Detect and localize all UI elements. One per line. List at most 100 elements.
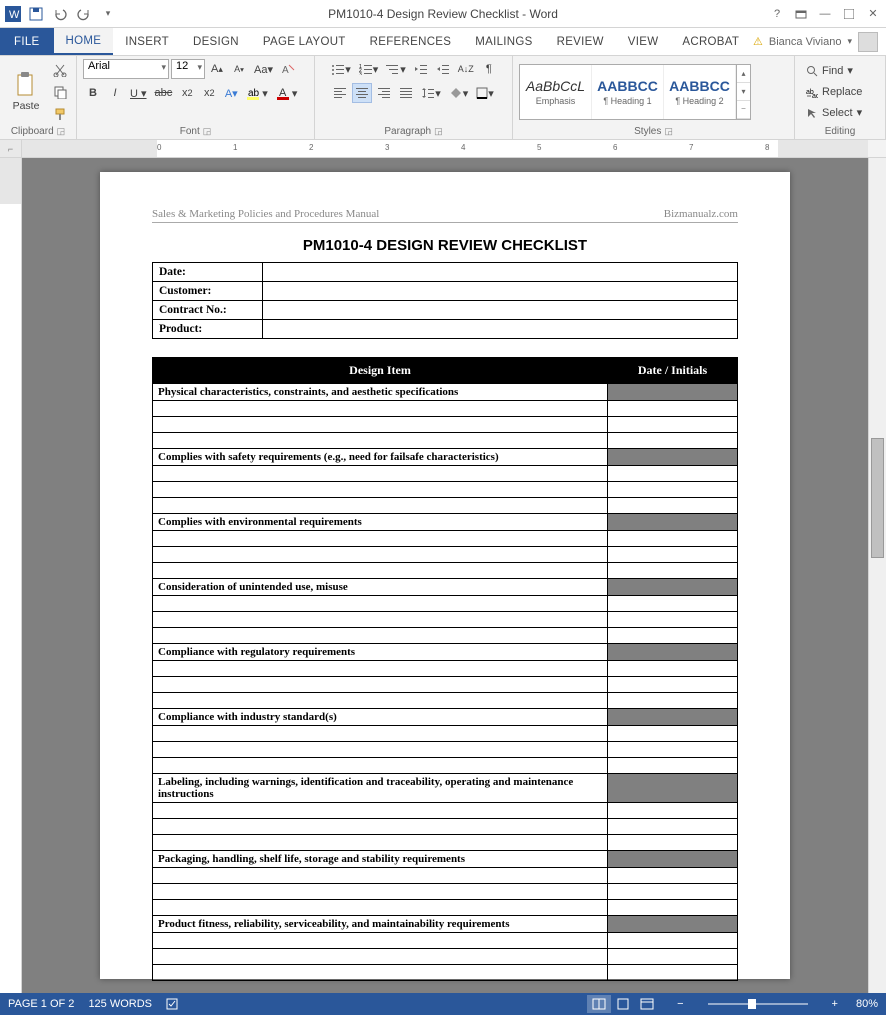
numbering-button[interactable]: 123▾	[356, 59, 382, 79]
blank-cell[interactable]	[153, 949, 608, 965]
page-scroll[interactable]: Sales & Marketing Policies and Procedure…	[22, 158, 868, 993]
blank-date-cell[interactable]	[608, 758, 738, 774]
styles-launcher-icon[interactable]: ◲	[664, 126, 673, 137]
word-count[interactable]: 125 WORDS	[88, 998, 152, 1010]
blank-date-cell[interactable]	[608, 563, 738, 579]
tab-home[interactable]: HOME	[54, 28, 114, 55]
blank-date-cell[interactable]	[608, 803, 738, 819]
clipboard-launcher-icon[interactable]: ◲	[57, 126, 66, 137]
select-button[interactable]: Select ▾	[801, 103, 879, 123]
blank-date-cell[interactable]	[608, 531, 738, 547]
design-item[interactable]: Labeling, including warnings, identifica…	[153, 774, 608, 803]
date-initials-cell[interactable]	[608, 449, 738, 466]
blank-date-cell[interactable]	[608, 482, 738, 498]
increase-indent-button[interactable]	[433, 59, 453, 79]
tab-design[interactable]: DESIGN	[181, 28, 251, 55]
document-page[interactable]: Sales & Marketing Policies and Procedure…	[100, 172, 790, 979]
blank-date-cell[interactable]	[608, 933, 738, 949]
undo-button[interactable]	[50, 5, 70, 23]
shrink-font-button[interactable]: A▾	[229, 59, 249, 79]
ruler-corner[interactable]: ⌐	[0, 140, 22, 157]
close-button[interactable]: ✕	[864, 5, 882, 23]
page-indicator[interactable]: PAGE 1 OF 2	[8, 998, 74, 1010]
blank-cell[interactable]	[153, 758, 608, 774]
blank-cell[interactable]	[153, 884, 608, 900]
paste-button[interactable]: Paste	[6, 67, 46, 117]
web-layout-button[interactable]	[635, 995, 659, 1013]
info-table[interactable]: Date: Customer: Contract No.: Product:	[152, 262, 738, 339]
tab-page-layout[interactable]: PAGE LAYOUT	[251, 28, 358, 55]
zoom-slider[interactable]	[708, 1003, 808, 1005]
bold-button[interactable]: B	[83, 83, 103, 103]
date-initials-cell[interactable]	[608, 851, 738, 868]
blank-date-cell[interactable]	[608, 612, 738, 628]
redo-button[interactable]	[74, 5, 94, 23]
clear-format-button[interactable]: A	[278, 59, 298, 79]
show-marks-button[interactable]: ¶	[479, 59, 499, 79]
blank-cell[interactable]	[153, 417, 608, 433]
blank-cell[interactable]	[153, 868, 608, 884]
highlight-button[interactable]: ab▾	[243, 83, 271, 103]
blank-date-cell[interactable]	[608, 742, 738, 758]
blank-date-cell[interactable]	[608, 466, 738, 482]
design-item[interactable]: Complies with environmental requirements	[153, 514, 608, 531]
design-item[interactable]: Compliance with regulatory requirements	[153, 644, 608, 661]
info-contract-value[interactable]	[263, 301, 738, 320]
blank-cell[interactable]	[153, 819, 608, 835]
blank-date-cell[interactable]	[608, 819, 738, 835]
shading-button[interactable]: ▾	[446, 83, 472, 103]
blank-date-cell[interactable]	[608, 433, 738, 449]
blank-date-cell[interactable]	[608, 868, 738, 884]
strikethrough-button[interactable]: abc	[152, 83, 176, 103]
font-launcher-icon[interactable]: ◲	[203, 126, 212, 137]
grow-font-button[interactable]: A▴	[207, 59, 227, 79]
style-heading2[interactable]: AABBCC¶ Heading 2	[664, 65, 736, 119]
superscript-button[interactable]: x2	[199, 83, 219, 103]
minimize-button[interactable]: —	[816, 5, 834, 23]
line-spacing-button[interactable]: ▾	[418, 83, 444, 103]
info-date-value[interactable]	[263, 263, 738, 282]
blank-cell[interactable]	[153, 726, 608, 742]
checklist-table[interactable]: Design ItemDate / Initials Physical char…	[152, 357, 738, 981]
blank-cell[interactable]	[153, 693, 608, 709]
blank-cell[interactable]	[153, 628, 608, 644]
paragraph-launcher-icon[interactable]: ◲	[434, 126, 443, 137]
align-center-button[interactable]	[352, 83, 372, 103]
tab-file[interactable]: FILE	[0, 28, 54, 55]
date-initials-cell[interactable]	[608, 774, 738, 803]
replace-button[interactable]: abacReplace	[801, 82, 879, 102]
user-area[interactable]: ⚠ Bianca Viviano ▾	[753, 28, 886, 55]
blank-date-cell[interactable]	[608, 401, 738, 417]
read-mode-button[interactable]	[587, 995, 611, 1013]
multilevel-list-button[interactable]: ▾	[383, 59, 409, 79]
tab-view[interactable]: VIEW	[616, 28, 671, 55]
blank-cell[interactable]	[153, 482, 608, 498]
font-size-select[interactable]: 12	[171, 59, 205, 79]
blank-date-cell[interactable]	[608, 965, 738, 981]
qat-customize-icon[interactable]: ▾	[98, 5, 118, 23]
design-item[interactable]: Packaging, handling, shelf life, storage…	[153, 851, 608, 868]
vertical-scrollbar[interactable]	[868, 158, 886, 993]
design-item[interactable]: Physical characteristics, constraints, a…	[153, 384, 608, 401]
blank-cell[interactable]	[153, 401, 608, 417]
zoom-out-button[interactable]: −	[673, 998, 687, 1010]
blank-date-cell[interactable]	[608, 628, 738, 644]
blank-cell[interactable]	[153, 466, 608, 482]
styles-gallery[interactable]: AaBbCcLEmphasis AABBCC¶ Heading 1 AABBCC…	[519, 64, 751, 120]
ribbon-display-button[interactable]	[792, 5, 810, 23]
user-menu-icon[interactable]: ▾	[847, 36, 852, 47]
blank-cell[interactable]	[153, 547, 608, 563]
blank-cell[interactable]	[153, 612, 608, 628]
blank-cell[interactable]	[153, 531, 608, 547]
blank-date-cell[interactable]	[608, 417, 738, 433]
blank-date-cell[interactable]	[608, 498, 738, 514]
blank-cell[interactable]	[153, 677, 608, 693]
blank-cell[interactable]	[153, 803, 608, 819]
bullets-button[interactable]: ▾	[328, 59, 354, 79]
design-item[interactable]: Compliance with industry standard(s)	[153, 709, 608, 726]
print-layout-button[interactable]	[611, 995, 635, 1013]
sort-button[interactable]: A↓Z	[455, 59, 477, 79]
blank-date-cell[interactable]	[608, 677, 738, 693]
design-item[interactable]: Consideration of unintended use, misuse	[153, 579, 608, 596]
blank-cell[interactable]	[153, 835, 608, 851]
